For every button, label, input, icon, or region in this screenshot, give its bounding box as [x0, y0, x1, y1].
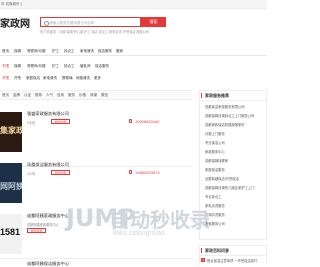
filter-option[interactable]: 不限 [2, 76, 9, 81]
filter-option[interactable]: 开荒 [14, 76, 21, 81]
sidebar-title: 家政服务推荐 [205, 93, 229, 98]
filter-option[interactable]: 催乳师 [80, 64, 91, 69]
site-logo[interactable]: 家政网 [0, 15, 30, 30]
search-button[interactable]: 搜索 [141, 17, 166, 27]
filter-option[interactable]: 不限 [2, 64, 9, 69]
sidebar-qa-panel: 家政百科问答 1 阳台保洁注意事项 一开荒保洁技巧 [199, 245, 267, 265]
thumb-text: 集家政 [0, 126, 22, 135]
filter-option[interactable]: 家电清洗 [43, 76, 57, 81]
sort-option[interactable]: 微信 [101, 93, 108, 98]
search-placeholder: 请输入服务关键词或公司名称 [49, 20, 95, 25]
sidebar-link[interactable]: 家庭保洁服务 [205, 167, 265, 172]
listing-sub: 3小时 [27, 172, 36, 176]
listing-name[interactable]: 成都阿姨家政服务中心 [27, 213, 69, 219]
listing-thumbnail[interactable]: 1581 [0, 214, 22, 254]
sidebar-link[interactable]: 成都保洁家政服务有限公司 [205, 104, 265, 109]
sort-option[interactable]: 价格 [79, 93, 86, 98]
nav-item[interactable]: 家电清洗 [80, 49, 94, 54]
sidebar-link[interactable]: 专业钟点工 [205, 194, 265, 199]
gold-badge: 金牌商家 [27, 228, 46, 233]
hot-keywords[interactable]: 热门关键词：月嫂 保姆 育儿嫂 护工 保洁 钟点工 家电清洗 开荒保洁 搬家公司 [40, 29, 149, 34]
phone-icon [129, 119, 132, 123]
sort-option[interactable]: 人气 [46, 93, 53, 98]
sidebar-link[interactable]: 成都保姆月嫂钟点工上门服务公司 [205, 113, 265, 118]
sort-bar: 首页 金牌 认证 推荐 人气 信用 服务 价格 商铺 微信 [0, 90, 192, 100]
listing-name[interactable]: 强盛家政服务有限公司 [27, 111, 69, 117]
city-switch[interactable]: 市 切换城市 ] [1, 2, 21, 7]
watermark-main: 自动秒收录 [110, 210, 210, 232]
nav-item[interactable]: 钟点工 [64, 49, 75, 54]
sort-option[interactable]: 认证 [24, 93, 31, 98]
top-bar: 市 切换城市 ] [0, 0, 267, 9]
filter-option[interactable]: 保姆 [14, 64, 21, 69]
sidebar-link[interactable]: 成都保姆找哪家 [205, 158, 265, 163]
watermark-sub: links.zidongmiao [113, 230, 165, 237]
nav-item[interactable]: 首页 [2, 49, 9, 54]
rank-icon: 1 [201, 258, 205, 262]
filter-row: 不限 保姆 育婴师/月嫂 护工 钟点工 催乳师 保洁服务 [0, 63, 267, 71]
filter-option[interactable]: 保洁服务 [95, 64, 109, 69]
listing-thumbnail[interactable]: 网阿姨 [0, 163, 22, 203]
nav-item[interactable]: 保洁服务 [98, 49, 112, 54]
listing-name[interactable]: 凤凰保洁服务有限公司 [27, 162, 69, 168]
sort-option[interactable]: 信用 [57, 93, 64, 98]
sidebar-link[interactable]: 家政服务中心 [205, 149, 265, 154]
gold-badge: 金牌商家 [51, 170, 70, 175]
sidebar-header: 家政服务推荐 [200, 91, 266, 101]
listing-phone[interactable]: 19906822440 [135, 119, 159, 124]
sidebar-link[interactable]: 专业保洁公司 [205, 140, 265, 145]
listing-item[interactable]: 成都阿姨保洁服务中心 [0, 259, 192, 267]
sidebar-link[interactable]: 阳台保洁注意事项 一开荒保洁技巧 [207, 258, 267, 263]
sort-option[interactable]: 金牌 [13, 93, 20, 98]
sidebar-header: 家政百科问答 [200, 246, 266, 256]
category-nav: 首页 保姆 育婴师/月嫂 护工 钟点工 家电清洗 保洁服务 搬家 [0, 47, 267, 56]
sidebar-link[interactable]: 月嫂上门服务 [205, 131, 265, 136]
listing-name[interactable]: 成都阿姨保洁服务中心 [27, 261, 69, 267]
thumb-text: 网阿姨 [0, 182, 22, 191]
sidebar-link[interactable]: 成都家政保洁阿姨找哪家好 [205, 122, 265, 127]
nav-item[interactable]: 搬家 [116, 49, 123, 54]
filter-option[interactable]: 家庭保洁 [26, 76, 40, 81]
sidebar-title: 家政百科问答 [205, 248, 229, 253]
filter-option[interactable]: 育婴师/月嫂 [27, 64, 45, 69]
accent-bar [201, 93, 203, 98]
sort-option[interactable]: 商铺 [90, 93, 97, 98]
nav-item[interactable]: 保姆 [14, 49, 21, 54]
filter-option[interactable]: 地毯清洗 [76, 76, 90, 81]
nav-item[interactable]: 育婴师/月嫂 [27, 49, 45, 54]
listing-thumbnail[interactable]: 集家政 [0, 112, 22, 152]
filter-row: 不限 开荒 家庭保洁 家电清洗 擦玻璃 地毯清洗 更多 [0, 75, 267, 83]
sidebar-link[interactable]: 全屋精细保洁/开荒保洁 [205, 176, 265, 181]
accent-bar [201, 248, 203, 253]
sort-option[interactable]: 推荐 [35, 93, 42, 98]
thumb-text: 1581 [0, 227, 21, 237]
sort-option[interactable]: 首页 [2, 93, 9, 98]
listing-sub: 2天前 [27, 121, 36, 125]
sort-option[interactable]: 服务 [68, 93, 75, 98]
watermark-overlay: JUMP 自动秒收录 links.zidongmiao [66, 202, 251, 242]
filter-option[interactable]: 钟点工 [64, 64, 75, 69]
gold-badge: 金牌商家 [51, 119, 70, 124]
nav-item[interactable]: 护工 [52, 49, 59, 54]
sidebar-link[interactable]: 成都保姆月嫂育儿嫂住家护工上门 [205, 185, 265, 190]
search-input[interactable]: 请输入服务关键词或公司名称 [40, 17, 141, 27]
filter-option[interactable]: 护工 [52, 64, 59, 69]
filter-option[interactable]: 擦玻璃 [62, 76, 73, 81]
phone-icon [129, 170, 132, 174]
listing-phone[interactable]: 19883293973 [135, 170, 159, 175]
filter-option[interactable]: 更多 [94, 76, 101, 81]
listing-sub: 成都阿姨家政服务中心 [27, 223, 59, 227]
